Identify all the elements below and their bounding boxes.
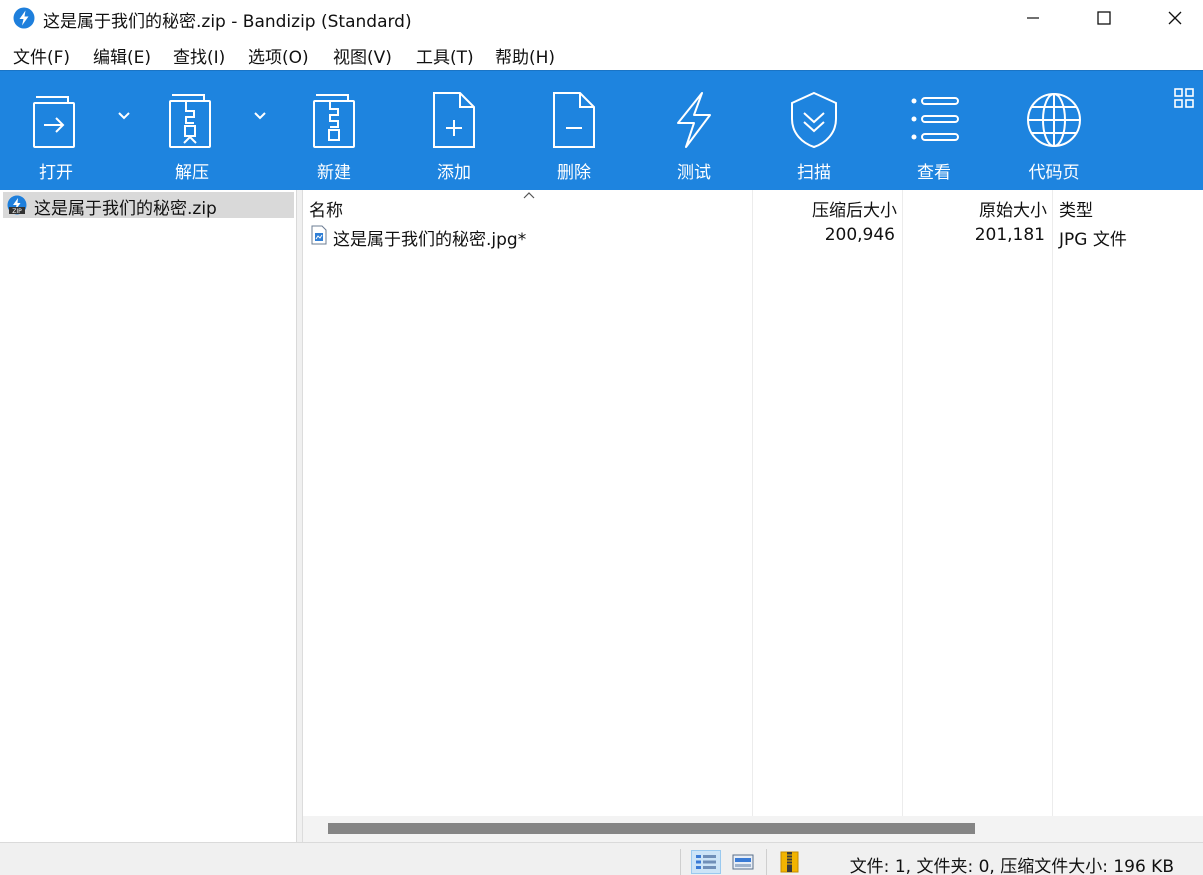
open-archive-icon [33, 96, 75, 148]
bandizip-logo-icon [13, 7, 35, 29]
close-icon [1168, 11, 1182, 25]
column-separator[interactable] [902, 190, 903, 816]
test-lightning-icon [677, 92, 711, 148]
extract-label: 解压 [175, 163, 209, 183]
scan-label: 扫描 [797, 163, 831, 183]
test-button[interactable]: 测试 [644, 71, 744, 191]
file-name-cell: 这是属于我们的秘密.jpg* [333, 230, 527, 250]
open-dropdown-chevron-icon[interactable] [117, 111, 131, 121]
codepage-label: 代码页 [1028, 163, 1080, 183]
folder-tree: ZIP 这是属于我们的秘密.zip [0, 190, 297, 842]
new-button[interactable]: 新建 [284, 71, 384, 191]
delete-label: 删除 [557, 163, 591, 183]
menu-help[interactable]: 帮助(H) [495, 43, 555, 68]
view-button[interactable]: 查看 [884, 71, 984, 191]
add-file-icon [433, 92, 475, 148]
column-header-original[interactable]: 原始大小 [979, 196, 1047, 221]
tree-item-label: 这是属于我们的秘密.zip [34, 199, 217, 219]
maximize-button[interactable] [1069, 0, 1139, 36]
details-view-button[interactable] [691, 850, 721, 874]
menu-bar: 文件(F) 编辑(E) 查找(I) 选项(O) 视图(V) 工具(T) 帮助(H… [0, 38, 1203, 70]
preview-view-icon [732, 854, 754, 870]
menu-options[interactable]: 选项(O) [248, 43, 309, 68]
file-list: 名称 压缩后大小 原始大小 类型 这是属于我们的秘密.jpg* 200,946 … [303, 190, 1203, 842]
scrollbar-thumb[interactable] [328, 823, 975, 834]
scan-button[interactable]: 扫描 [764, 71, 864, 191]
menu-edit[interactable]: 编辑(E) [93, 43, 151, 68]
archive-info-button[interactable] [774, 850, 804, 874]
archive-info-icon [780, 851, 799, 873]
add-button[interactable]: 添加 [404, 71, 504, 191]
delete-button[interactable]: 删除 [524, 71, 624, 191]
sort-ascending-icon [523, 192, 535, 199]
column-header-name[interactable]: 名称 [309, 196, 343, 221]
column-header-type[interactable]: 类型 [1059, 196, 1093, 221]
view-label: 查看 [917, 163, 951, 183]
minimize-button[interactable] [998, 0, 1068, 36]
status-bar: 文件: 1, 文件夹: 0, 压缩文件大小: 196 KB [0, 842, 1203, 875]
menu-tools[interactable]: 工具(T) [416, 43, 474, 68]
open-button[interactable]: 打开 [6, 71, 106, 191]
original-size-cell: 201,181 [974, 225, 1045, 245]
menu-file[interactable]: 文件(F) [13, 43, 70, 68]
minimize-icon [1027, 17, 1039, 19]
close-button[interactable] [1140, 0, 1203, 36]
delete-file-icon [553, 92, 595, 148]
codepage-globe-icon [1027, 93, 1081, 147]
status-divider [680, 849, 681, 875]
preview-view-button[interactable] [728, 850, 758, 874]
add-label: 添加 [437, 163, 471, 183]
window-title: 这是属于我们的秘密.zip - Bandizip (Standard) [43, 12, 412, 32]
scan-shield-icon [791, 91, 837, 149]
new-label: 新建 [317, 163, 351, 183]
file-type-cell: JPG 文件 [1059, 230, 1127, 250]
codepage-button[interactable]: 代码页 [1004, 71, 1104, 191]
extract-button[interactable]: 解压 [142, 71, 242, 191]
status-summary: 文件: 1, 文件夹: 0, 压缩文件大小: 196 KB [849, 857, 1174, 875]
jpg-file-icon [311, 225, 327, 245]
zip-archive-icon: ZIP [7, 195, 27, 215]
extract-dropdown-chevron-icon[interactable] [253, 111, 267, 121]
table-row[interactable]: 这是属于我们的秘密.jpg* 200,946 201,181 JPG 文件 [303, 223, 1203, 250]
column-separator[interactable] [752, 190, 753, 816]
maximize-icon [1097, 11, 1111, 25]
horizontal-scrollbar[interactable] [303, 816, 1203, 842]
column-separator[interactable] [1052, 190, 1053, 816]
menu-view[interactable]: 视图(V) [333, 43, 392, 68]
layout-grid-icon[interactable] [1173, 87, 1195, 109]
toolbar: 打开 解压 新建 添加 删除 测试 扫描 查看 代码页 [0, 70, 1203, 190]
tree-item-archive[interactable]: ZIP 这是属于我们的秘密.zip [3, 192, 294, 219]
details-view-icon [696, 855, 716, 869]
extract-icon [169, 94, 211, 148]
column-header-compressed[interactable]: 压缩后大小 [812, 196, 897, 221]
title-bar: 这是属于我们的秘密.zip - Bandizip (Standard) [0, 0, 1203, 38]
menu-find[interactable]: 查找(I) [173, 43, 225, 68]
view-list-icon [911, 97, 959, 141]
compressed-size-cell: 200,946 [824, 225, 895, 245]
status-divider [766, 849, 767, 875]
new-archive-icon [313, 94, 355, 148]
test-label: 测试 [677, 163, 711, 183]
open-label: 打开 [39, 163, 73, 183]
svg-text:ZIP: ZIP [12, 208, 22, 215]
